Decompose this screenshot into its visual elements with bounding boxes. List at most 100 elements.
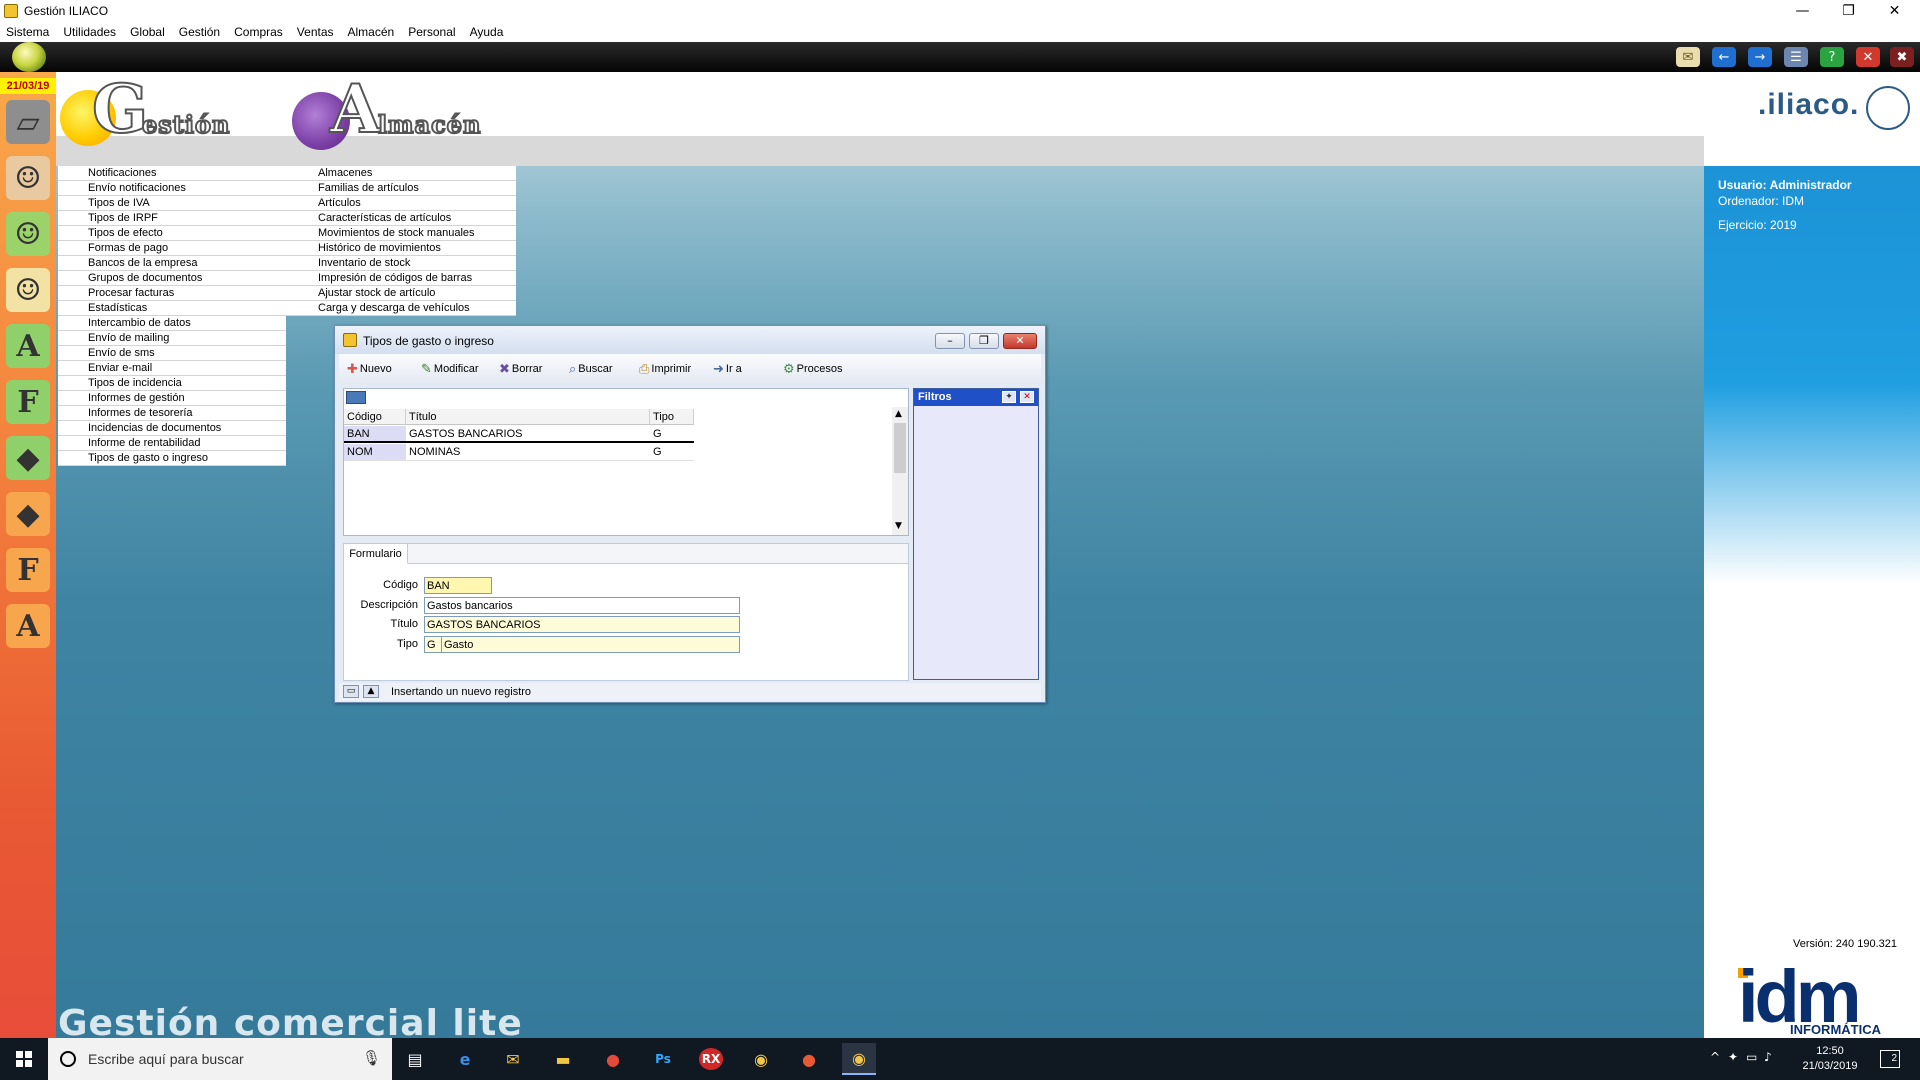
gestion-menu-item[interactable]: Tipos de incidencia <box>58 376 286 391</box>
users-icon[interactable]: ☺ <box>6 156 50 200</box>
rx-app-icon[interactable]: RX <box>694 1043 728 1075</box>
gestion-menu-item[interactable]: Envío de mailing <box>58 331 286 346</box>
imprimir-button[interactable]: ⎙ Imprimir <box>639 360 691 378</box>
tab-formulario[interactable]: Formulario <box>344 544 408 564</box>
menu-sistema[interactable]: Sistema <box>6 25 49 39</box>
gestion-menu-item[interactable]: Intercambio de datos <box>58 316 286 331</box>
menu-global[interactable]: Global <box>130 25 165 39</box>
mail-icon[interactable]: ✉ <box>1676 47 1700 67</box>
column-header-codigo[interactable]: Código <box>344 409 406 425</box>
nuevo-button[interactable]: ✚ Nuevo <box>347 360 392 378</box>
iliaco-taskbar-icon[interactable]: ◉ <box>842 1043 876 1075</box>
gestion-menu-item[interactable]: Grupos de documentos <box>58 271 286 286</box>
borrar-button[interactable]: ✖ Borrar <box>499 360 542 378</box>
gestion-menu-item[interactable]: Tipos de IRPF <box>58 211 286 226</box>
network-icon[interactable]: ▭ <box>1746 1050 1757 1064</box>
globe-icon[interactable] <box>12 42 46 72</box>
mail-app-icon[interactable]: ✉ <box>496 1043 530 1075</box>
column-header-tipo[interactable]: Tipo <box>650 409 694 425</box>
gestion-menu-item[interactable]: Envío de sms <box>58 346 286 361</box>
letter-a-icon[interactable]: A <box>6 324 50 368</box>
scroll-thumb[interactable] <box>894 423 906 473</box>
codigo-field[interactable] <box>424 577 492 594</box>
letter-f-icon[interactable]: F <box>6 380 50 424</box>
almacen-menu-item[interactable]: Ajustar stock de artículo <box>286 286 516 301</box>
table-cell[interactable]: BAN <box>344 426 406 443</box>
descripcion-field[interactable] <box>424 597 740 614</box>
ir-a-button[interactable]: ➜ Ir a <box>713 360 742 378</box>
table-cell[interactable]: NOM <box>344 444 406 461</box>
user-icon[interactable]: ☺ <box>6 212 50 256</box>
gestion-menu-item[interactable]: Estadísticas <box>58 301 286 316</box>
grid-options-icon[interactable] <box>346 391 366 404</box>
tray-chevron-icon[interactable]: ^ <box>1710 1050 1720 1064</box>
gestion-menu-item[interactable]: Incidencias de documentos <box>58 421 286 436</box>
table-cell[interactable]: GASTOS BANCARIOS <box>406 426 650 443</box>
task-view-icon[interactable]: ▤ <box>398 1043 432 1075</box>
letter-f-orange-icon[interactable]: F <box>6 548 50 592</box>
user-search-icon[interactable]: ☺ <box>6 268 50 312</box>
column-header-titulo[interactable]: Título <box>406 409 650 425</box>
filters-close-icon[interactable]: ✕ <box>1020 391 1034 403</box>
help-icon[interactable]: ? <box>1820 47 1844 67</box>
status-menu-icon[interactable]: ▭ <box>343 685 359 698</box>
taskbar-clock[interactable]: 12:50 21/03/2019 <box>1800 1044 1860 1074</box>
almacen-menu-item[interactable]: Inventario de stock <box>286 256 516 271</box>
exit-icon[interactable]: ✖ <box>1890 47 1914 67</box>
taskbar-search[interactable]: Escribe aquí para buscar 🎙 <box>48 1038 392 1080</box>
start-button[interactable] <box>0 1038 48 1080</box>
almacen-menu-item[interactable]: Movimientos de stock manuales <box>286 226 516 241</box>
menu-ventas[interactable]: Ventas <box>297 25 334 39</box>
scroll-up-icon[interactable]: ▲ <box>895 409 902 419</box>
menu-gestion[interactable]: Gestión <box>179 25 220 39</box>
titulo-field[interactable] <box>424 616 740 633</box>
dialog-maximize-button[interactable]: ❐ <box>969 333 999 349</box>
gestion-app-icon[interactable]: ◉ <box>744 1043 778 1075</box>
gestion-menu-item[interactable]: Enviar e-mail <box>58 361 286 376</box>
almacen-menu-item[interactable]: Características de artículos <box>286 211 516 226</box>
status-collapse-icon[interactable]: ▲ <box>363 685 379 698</box>
dropbox-icon[interactable]: ✦ <box>1728 1050 1738 1064</box>
restore-button[interactable]: ❐ <box>1826 0 1871 22</box>
filters-clear-icon[interactable]: ✦ <box>1002 391 1016 403</box>
minimize-button[interactable]: — <box>1780 0 1825 22</box>
menu-personal[interactable]: Personal <box>408 25 455 39</box>
table-cell[interactable]: G <box>650 444 694 461</box>
almacen-menu-item[interactable]: Impresión de códigos de barras <box>286 271 516 286</box>
gestion-menu-item[interactable]: Tipos de efecto <box>58 226 286 241</box>
microphone-icon[interactable]: 🎙 <box>362 1049 381 1067</box>
scroll-down-icon[interactable]: ▼ <box>895 521 902 531</box>
gestion-menu-item[interactable]: Notificaciones <box>58 166 286 181</box>
back-arrow-icon[interactable]: ← <box>1712 47 1736 67</box>
buscar-button[interactable]: ⌕ Buscar <box>569 360 613 378</box>
gestion-menu-item[interactable]: Tipos de gasto o ingreso <box>58 451 286 466</box>
dialog-close-button[interactable]: ✕ <box>1003 333 1037 349</box>
menu-compras[interactable]: Compras <box>234 25 283 39</box>
menu-utilidades[interactable]: Utilidades <box>63 25 116 39</box>
letter-a-orange-icon[interactable]: A <box>6 604 50 648</box>
gestion-menu-item[interactable]: Bancos de la empresa <box>58 256 286 271</box>
close-window-icon[interactable]: ✕ <box>1856 47 1880 67</box>
gestion-menu-item[interactable]: Informes de gestión <box>58 391 286 406</box>
photoshop-icon[interactable]: Ps <box>646 1043 680 1075</box>
procesos-button[interactable]: ⚙ Procesos <box>783 360 843 378</box>
close-button[interactable]: ✕ <box>1872 0 1917 22</box>
table-cell[interactable]: G <box>650 426 694 443</box>
gestion-menu-item[interactable]: Informes de tesorería <box>58 406 286 421</box>
red-app-icon[interactable]: ● <box>792 1043 826 1075</box>
chrome-icon[interactable]: ● <box>596 1043 630 1075</box>
edge-icon[interactable]: e <box>448 1043 482 1075</box>
shopping-bag-green-icon[interactable]: ◆ <box>6 436 50 480</box>
gestion-menu-item[interactable]: Tipos de IVA <box>58 196 286 211</box>
table-cell[interactable]: NOMINAS <box>406 444 650 461</box>
gestion-menu-item[interactable]: Procesar facturas <box>58 286 286 301</box>
modificar-button[interactable]: ✎ Modificar <box>421 360 479 378</box>
almacen-menu-item[interactable]: Familias de artículos <box>286 181 516 196</box>
forward-arrow-icon[interactable]: → <box>1748 47 1772 67</box>
menu-almacen[interactable]: Almacén <box>348 25 395 39</box>
almacen-menu-item[interactable]: Histórico de movimientos <box>286 241 516 256</box>
dialog-title-bar[interactable]: Tipos de gasto o ingreso – ❐ ✕ <box>335 326 1045 354</box>
volume-icon[interactable]: ♪ <box>1764 1050 1772 1064</box>
almacen-menu-item[interactable]: Carga y descarga de vehículos <box>286 301 516 316</box>
file-explorer-icon[interactable]: ▬ <box>546 1043 580 1075</box>
